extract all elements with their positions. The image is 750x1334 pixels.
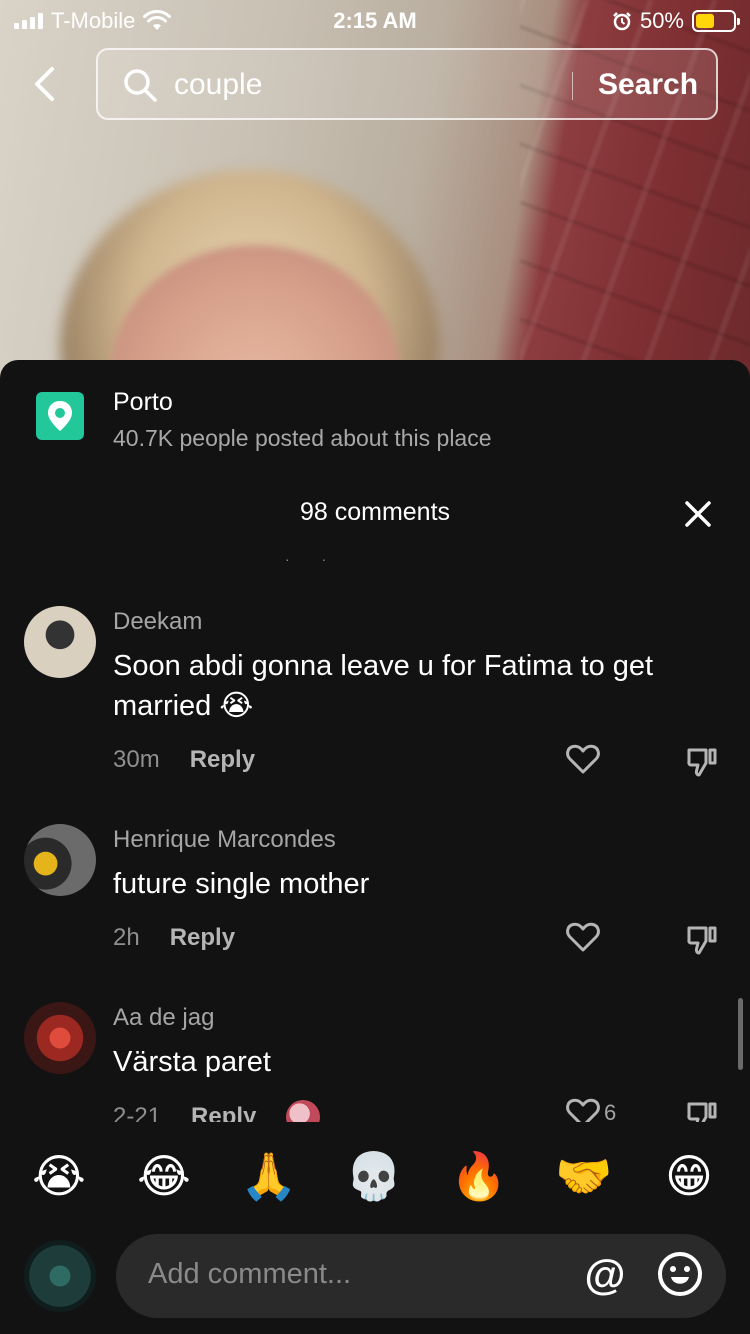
mention-button[interactable]: @ (582, 1252, 628, 1298)
avatar[interactable] (24, 606, 96, 678)
comment-input[interactable]: Add comment... @ (116, 1234, 726, 1318)
reply-button[interactable]: Reply (170, 924, 235, 952)
comments-sheet: Porto 40.7K people posted about this pla… (0, 360, 750, 1334)
comment-text: future single mother (113, 868, 370, 900)
comment-meta: 2-21 Reply (113, 1100, 321, 1122)
avatar[interactable] (24, 824, 96, 896)
heart-icon (566, 922, 600, 952)
battery-icon (692, 10, 740, 32)
search-button[interactable]: Search (598, 68, 698, 102)
dislike-icon[interactable] (686, 746, 718, 778)
place-banner[interactable]: Porto 40.7K people posted about this pla… (36, 388, 716, 462)
emoji-fire[interactable]: 🔥 (449, 1146, 509, 1206)
emoji-tears-of-joy[interactable]: 😂 (134, 1146, 194, 1206)
comments-count-title: 98 comments (299, 498, 451, 526)
chevron-left-icon (35, 67, 54, 101)
scrollbar[interactable] (738, 998, 743, 1070)
search-icon (124, 69, 157, 102)
heart-icon (566, 744, 600, 774)
comment-time: 2h (113, 924, 140, 951)
reply-button[interactable]: Reply (190, 746, 255, 774)
comment-username[interactable]: Aa de jag (113, 1004, 214, 1032)
emoji-picker-icon[interactable] (656, 1250, 704, 1298)
search-query[interactable]: couple (174, 68, 262, 102)
emoji-loudly-crying[interactable]: 😭 (29, 1146, 89, 1206)
avatar[interactable] (24, 1002, 96, 1074)
alarm-icon (613, 12, 631, 31)
creator-liked-avatar (286, 1100, 321, 1122)
collapsed-comments-indicator: · · (285, 551, 341, 567)
place-name: Porto (113, 388, 173, 416)
heart-icon (566, 1098, 600, 1122)
emoji-handshake[interactable]: 🤝 (554, 1146, 614, 1206)
comment-meta: 2h Reply (113, 924, 235, 952)
dislike-icon[interactable] (686, 1100, 718, 1122)
comment-username[interactable]: Henrique Marcondes (113, 826, 336, 854)
like-button[interactable] (566, 922, 604, 952)
location-pin-icon (36, 392, 84, 440)
my-avatar (24, 1240, 96, 1312)
like-count: 6 (604, 1100, 617, 1122)
comment-username[interactable]: Deekam (113, 608, 202, 636)
status-right: 50% (612, 8, 740, 34)
emoji-grinning[interactable]: 😁 (659, 1146, 719, 1206)
place-subtitle: 40.7K people posted about this place (113, 425, 492, 451)
comment-meta: 30m Reply (113, 746, 255, 774)
like-button[interactable]: 6 (566, 1098, 616, 1122)
reply-button[interactable]: Reply (191, 1103, 256, 1122)
comment-time: 30m (113, 746, 160, 773)
comment-item: Deekam Soon abdi gonna leave u for Fatim… (0, 606, 750, 786)
comment-input-placeholder: Add comment... (148, 1258, 352, 1290)
close-icon[interactable] (684, 500, 712, 528)
quick-emoji-bar: 😭 😂 🙏 💀 🔥 🤝 😁 (0, 1146, 750, 1216)
like-button[interactable] (566, 744, 604, 774)
comment-time: 2-21 (113, 1103, 162, 1122)
battery-fill (696, 14, 714, 28)
dislike-icon[interactable] (686, 924, 718, 956)
comment-item: Henrique Marcondes future single mother … (0, 824, 750, 964)
comment-text: Soon abdi gonna leave u for Fatima to ge… (113, 650, 654, 722)
status-bar: T-Mobile 2:15 AM 50% (0, 0, 750, 42)
battery-percent: 50% (639, 8, 684, 33)
comment-text: Värsta paret (113, 1046, 271, 1078)
search-divider (572, 72, 573, 100)
comment-item: Aa de jag Värsta paret 2-21 Reply 6 (0, 1002, 750, 1122)
search-bar[interactable]: couple Search (96, 48, 718, 120)
emoji-folded-hands[interactable]: 🙏 (239, 1146, 299, 1206)
emoji-skull[interactable]: 💀 (344, 1146, 404, 1206)
back-button[interactable] (22, 62, 66, 106)
